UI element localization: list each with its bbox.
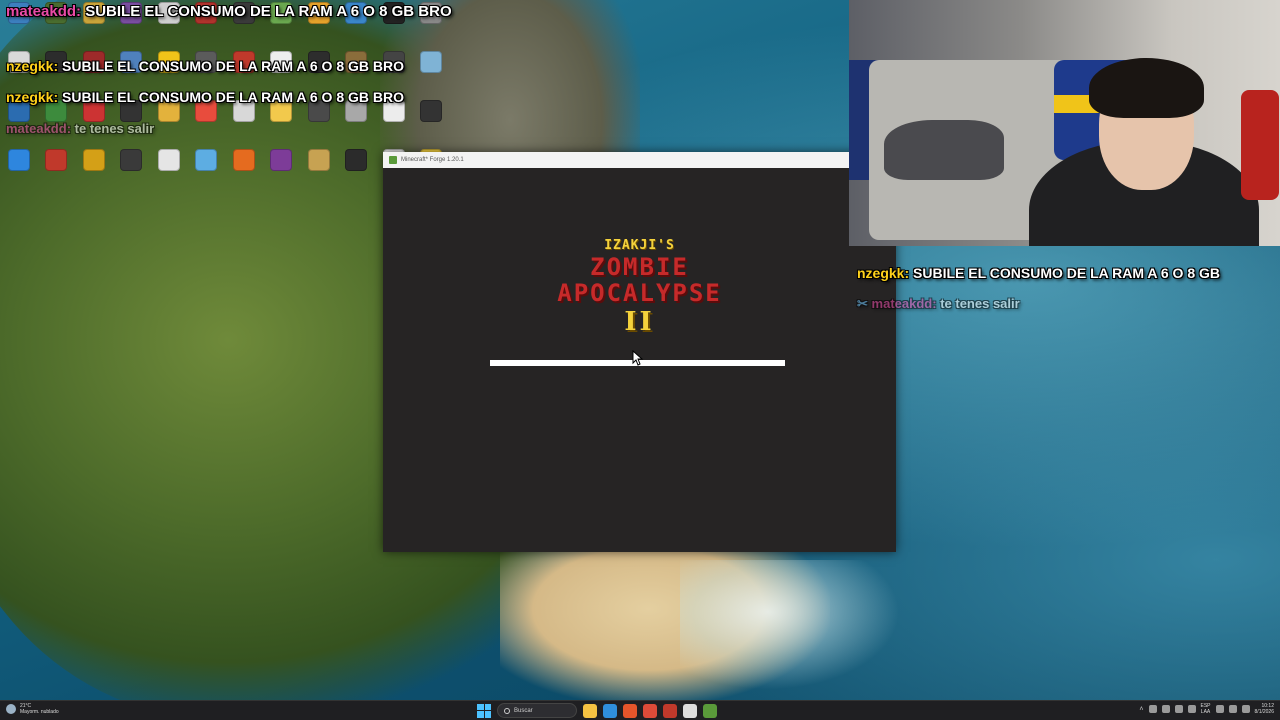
taskbar-apps: Buscar — [477, 703, 717, 718]
shortcut-image-icon — [45, 149, 68, 171]
taskbar-edge-icon[interactable] — [603, 703, 617, 718]
chat-username: mateakdd: — [6, 121, 72, 136]
desktop-shortcut-icon[interactable] — [413, 49, 451, 98]
shortcut-image-icon — [345, 149, 368, 171]
search-icon — [504, 707, 510, 714]
shortcut-image-icon — [232, 149, 255, 171]
modpack-logo: IZAKJI'S ZOMBIE APOCALYPSE II — [383, 238, 896, 337]
desktop-shortcut-icon[interactable] — [263, 147, 301, 196]
desktop-shortcut-icon[interactable] — [263, 98, 301, 147]
shortcut-image-icon — [420, 100, 443, 122]
taskbar-capcut-icon[interactable] — [683, 703, 697, 718]
language-indicator[interactable]: ESP LAA — [1201, 703, 1211, 715]
taskbar-chrome-icon[interactable] — [643, 703, 657, 718]
minecraft-window[interactable]: Minecraft* Forge 1.20.1 IZAKJI'S ZOMBIE … — [383, 152, 896, 552]
desktop-shortcut-icon[interactable] — [188, 147, 226, 196]
taskbar-app-red-icon[interactable] — [663, 703, 677, 718]
webcam-streamer-hair — [1089, 58, 1204, 118]
chat-message: SUBILE EL CONSUMO DE LA RAM A 6 O 8 GB B… — [62, 58, 405, 74]
chat-message: te tenes — [940, 296, 990, 311]
chat-line-3: nzegkk: SUBILE EL CONSUMO DE LA RAM A 6 … — [6, 89, 404, 105]
taskbar-file-explorer-icon[interactable] — [583, 703, 597, 718]
cloud-icon — [6, 704, 16, 714]
chat-right-line-1: nzegkk: SUBILE EL CONSUMO DE LA RAM A 6 … — [857, 265, 1220, 281]
shortcut-image-icon — [157, 149, 180, 171]
taskbar-brave-icon[interactable] — [623, 703, 637, 718]
desktop-shortcut-icon[interactable] — [225, 98, 263, 147]
system-tray: ˄ ESP LAA 10:12 8/1/2026 — [1139, 703, 1274, 715]
chat-username: nzegkk: — [6, 58, 59, 74]
desktop-shortcut-icon[interactable] — [188, 98, 226, 147]
weather-widget[interactable]: 21°C Mayorm. nublado — [6, 703, 59, 715]
search-placeholder: Buscar — [514, 707, 533, 714]
logo-number: II — [624, 307, 655, 337]
desktop-shortcut-icon[interactable] — [375, 98, 413, 147]
clock[interactable]: 10:12 8/1/2026 — [1255, 703, 1274, 715]
chat-message: SUBILE EL CONSUMO DE LA RAM A 6 O 8 GB B… — [85, 3, 452, 20]
shortcut-image-icon — [82, 149, 105, 171]
desktop-shortcut-icon[interactable] — [150, 98, 188, 147]
chat-badge-icon: ✂ — [857, 296, 868, 311]
shortcut-image-icon — [307, 149, 330, 171]
webcam-feed — [849, 0, 1280, 246]
shortcut-image-icon — [420, 51, 443, 73]
webcam-blanket — [884, 120, 1004, 180]
chat-line-2: nzegkk: SUBILE EL CONSUMO DE LA RAM A 6 … — [6, 58, 404, 74]
logo-title-line2: APOCALYPSE — [557, 279, 722, 307]
desktop-shortcut-icon[interactable] — [0, 147, 38, 196]
loading-screen: IZAKJI'S ZOMBIE APOCALYPSE II — [383, 168, 896, 552]
desktop-shortcut-icon[interactable] — [75, 147, 113, 196]
tray-app-icon[interactable] — [1161, 705, 1170, 713]
chat-message: te tenes — [74, 121, 124, 136]
shortcut-image-icon — [120, 149, 143, 171]
chat-line-4: mateakdd: te tenes salir — [6, 121, 154, 136]
chat-username: mateakdd: — [6, 3, 82, 20]
window-title: Minecraft* Forge 1.20.1 — [401, 157, 464, 163]
chat-message-tail: salir — [992, 296, 1020, 311]
clock-date: 8/1/2026 — [1254, 709, 1274, 715]
chat-message-tail: salir — [127, 121, 155, 136]
desktop-shortcut-icon[interactable] — [38, 147, 76, 196]
taskbar: 21°C Mayorm. nublado Buscar ˄ ESP LAA 10… — [0, 700, 1280, 720]
window-titlebar[interactable]: Minecraft* Forge 1.20.1 — [383, 152, 896, 168]
chat-message: SUBILE EL CONSUMO DE LA RAM A 6 O 8 GB B… — [62, 89, 405, 105]
chat-right-line-2: ✂ mateakdd: te tenes salir — [857, 296, 1020, 312]
logo-title-line1: ZOMBIE — [590, 253, 689, 281]
start-button[interactable] — [477, 703, 491, 718]
battery-icon[interactable] — [1241, 705, 1250, 713]
desktop-shortcut-icon[interactable] — [300, 147, 338, 196]
desktop-shortcut-icon[interactable] — [225, 147, 263, 196]
minecraft-icon — [389, 156, 397, 164]
keyboard-layout: LAA — [1200, 709, 1211, 715]
chat-message: SUBILE EL CONSUMO DE LA RAM A 6 O 8 GB — [913, 265, 1221, 281]
wifi-icon[interactable] — [1215, 705, 1224, 713]
shortcut-image-icon — [195, 149, 218, 171]
desktop-shortcut-icon[interactable] — [413, 98, 451, 147]
volume-icon[interactable] — [1228, 705, 1237, 713]
chat-username: nzegkk: — [6, 89, 59, 105]
desktop-shortcut-icon[interactable] — [150, 147, 188, 196]
shortcut-image-icon — [7, 149, 30, 171]
shortcut-image-icon — [270, 149, 293, 171]
desktop-shortcut-icon[interactable] — [338, 147, 376, 196]
tray-app-icon[interactable] — [1148, 705, 1157, 713]
logo-author: IZAKJI'S — [604, 238, 675, 253]
taskbar-search[interactable]: Buscar — [497, 703, 577, 718]
tray-app-icon[interactable] — [1187, 705, 1196, 713]
taskbar-minecraft-icon[interactable] — [703, 703, 717, 718]
desktop-shortcut-icon[interactable] — [338, 98, 376, 147]
mouse-cursor-icon — [632, 350, 644, 366]
desktop-shortcut-icon[interactable] — [300, 98, 338, 147]
chat-username: mateakdd: — [871, 296, 937, 311]
desktop-shortcut-icon[interactable] — [113, 147, 151, 196]
chevron-up-icon[interactable]: ˄ — [1139, 706, 1143, 713]
wallpaper-surf — [680, 560, 900, 690]
weather-description: Mayorm. nublado — [20, 709, 59, 715]
webcam-microphone — [1241, 90, 1279, 200]
chat-line-1: mateakdd: SUBILE EL CONSUMO DE LA RAM A … — [6, 4, 476, 20]
chat-username: nzegkk: — [857, 265, 910, 281]
tray-app-icon[interactable] — [1174, 705, 1183, 713]
